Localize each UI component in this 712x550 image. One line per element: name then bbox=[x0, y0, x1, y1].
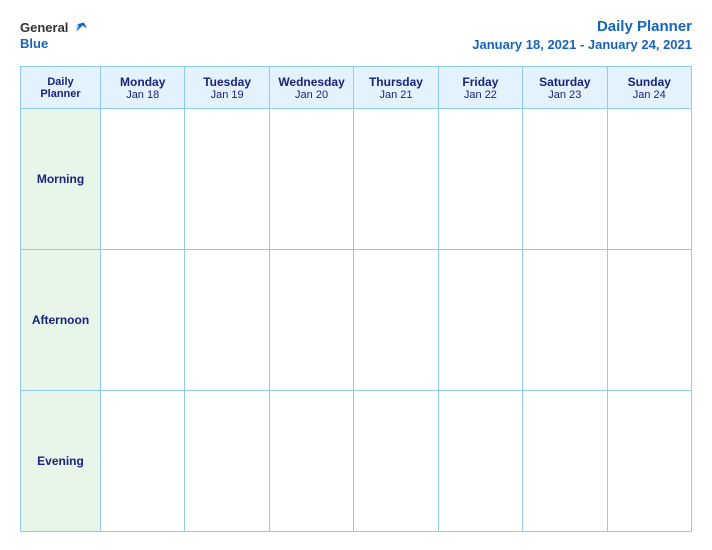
col-friday: Friday Jan 22 bbox=[438, 67, 522, 109]
saturday-name: Saturday bbox=[525, 75, 604, 89]
morning-tuesday[interactable] bbox=[185, 109, 269, 250]
morning-sunday[interactable] bbox=[607, 109, 691, 250]
date-range: January 18, 2021 - January 24, 2021 bbox=[472, 37, 692, 52]
col-wednesday: Wednesday Jan 20 bbox=[269, 67, 353, 109]
logo: General bbox=[20, 18, 90, 36]
tuesday-name: Tuesday bbox=[187, 75, 266, 89]
calendar-table: DailyPlanner Monday Jan 18 Tuesday Jan 1… bbox=[20, 66, 692, 532]
daily-planner-header: DailyPlanner bbox=[40, 76, 80, 100]
evening-friday[interactable] bbox=[438, 391, 522, 532]
col-tuesday: Tuesday Jan 19 bbox=[185, 67, 269, 109]
saturday-date: Jan 23 bbox=[525, 89, 604, 101]
monday-date: Jan 18 bbox=[103, 89, 182, 101]
afternoon-tuesday[interactable] bbox=[185, 250, 269, 391]
evening-saturday[interactable] bbox=[523, 391, 607, 532]
afternoon-sunday[interactable] bbox=[607, 250, 691, 391]
col-saturday: Saturday Jan 23 bbox=[523, 67, 607, 109]
row-evening: Evening bbox=[21, 391, 692, 532]
monday-name: Monday bbox=[103, 75, 182, 89]
planner-title: Daily Planner bbox=[597, 18, 692, 35]
evening-label: Evening bbox=[21, 391, 101, 532]
wednesday-date: Jan 20 bbox=[272, 89, 351, 101]
afternoon-friday[interactable] bbox=[438, 250, 522, 391]
title-area: Daily Planner January 18, 2021 - January… bbox=[472, 18, 692, 54]
row-afternoon: Afternoon bbox=[21, 250, 692, 391]
thursday-name: Thursday bbox=[356, 75, 435, 89]
friday-name: Friday bbox=[441, 75, 520, 89]
page-header: General Blue Daily Planner January 18, 2… bbox=[20, 18, 692, 54]
afternoon-thursday[interactable] bbox=[354, 250, 438, 391]
morning-saturday[interactable] bbox=[523, 109, 607, 250]
sunday-name: Sunday bbox=[610, 75, 689, 89]
friday-date: Jan 22 bbox=[441, 89, 520, 101]
logo-general-text: General bbox=[20, 20, 68, 35]
row-morning: Morning bbox=[21, 109, 692, 250]
col-monday: Monday Jan 18 bbox=[101, 67, 185, 109]
logo-blue-text: Blue bbox=[20, 36, 48, 51]
morning-wednesday[interactable] bbox=[269, 109, 353, 250]
evening-monday[interactable] bbox=[101, 391, 185, 532]
afternoon-wednesday[interactable] bbox=[269, 250, 353, 391]
wednesday-name: Wednesday bbox=[272, 75, 351, 89]
tuesday-date: Jan 19 bbox=[187, 89, 266, 101]
evening-sunday[interactable] bbox=[607, 391, 691, 532]
logo-area: General Blue bbox=[20, 18, 90, 51]
morning-thursday[interactable] bbox=[354, 109, 438, 250]
col-thursday: Thursday Jan 21 bbox=[354, 67, 438, 109]
afternoon-saturday[interactable] bbox=[523, 250, 607, 391]
morning-label: Morning bbox=[21, 109, 101, 250]
morning-monday[interactable] bbox=[101, 109, 185, 250]
logo-bird-icon bbox=[72, 18, 90, 36]
evening-wednesday[interactable] bbox=[269, 391, 353, 532]
table-header-label: DailyPlanner bbox=[21, 67, 101, 109]
afternoon-monday[interactable] bbox=[101, 250, 185, 391]
col-sunday: Sunday Jan 24 bbox=[607, 67, 691, 109]
sunday-date: Jan 24 bbox=[610, 89, 689, 101]
evening-thursday[interactable] bbox=[354, 391, 438, 532]
morning-friday[interactable] bbox=[438, 109, 522, 250]
thursday-date: Jan 21 bbox=[356, 89, 435, 101]
afternoon-label: Afternoon bbox=[21, 250, 101, 391]
evening-tuesday[interactable] bbox=[185, 391, 269, 532]
